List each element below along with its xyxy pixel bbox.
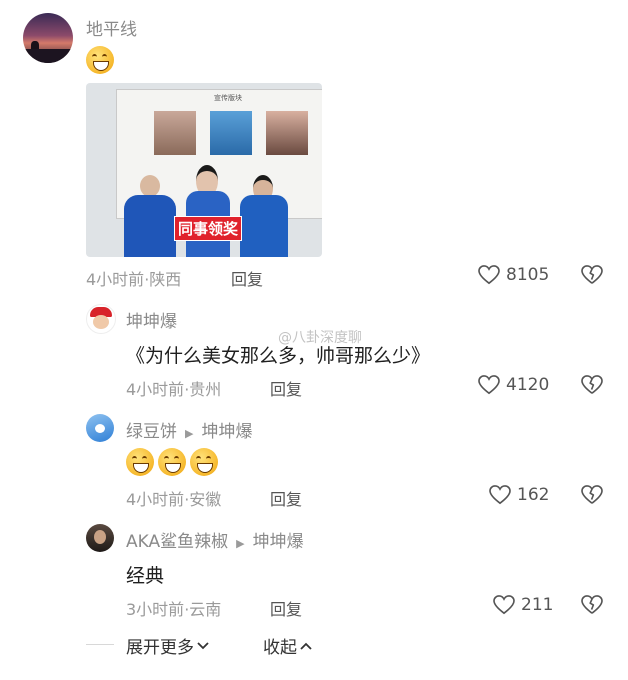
reply-text: 《为什么美女那么多，帅哥那么少》	[126, 345, 431, 367]
divider	[86, 644, 114, 645]
comment-time: 4小时前	[126, 380, 185, 399]
like-count: 162	[517, 485, 550, 505]
broken-heart-icon	[581, 485, 603, 504]
reply-arrow-icon: ▶	[185, 427, 194, 440]
avatar[interactable]	[86, 524, 114, 552]
comment-location: 安徽	[189, 490, 222, 509]
collapse-label: 收起	[263, 638, 297, 658]
heart-icon	[489, 485, 511, 505]
comment-meta: 4小时前·安徽	[126, 490, 222, 509]
broken-heart-icon	[581, 595, 603, 614]
grinning-emoji-icon	[126, 448, 154, 476]
image-overlay-text: 同事领奖	[174, 216, 243, 241]
dislike-button[interactable]	[581, 375, 603, 395]
like-button[interactable]: 211	[493, 595, 553, 615]
comment-meta: 3小时前·云南	[126, 600, 222, 619]
dislike-button[interactable]	[581, 595, 603, 615]
like-button[interactable]: 8105	[478, 265, 549, 285]
comment-location: 贵州	[189, 380, 222, 399]
avatar[interactable]	[23, 13, 73, 63]
like-count: 8105	[506, 265, 550, 285]
comment-author[interactable]: 地平线	[86, 15, 137, 40]
like-button[interactable]: 162	[489, 485, 549, 505]
reply-author-name[interactable]: AKA鲨鱼辣椒	[126, 532, 228, 552]
photo-thumbnail	[154, 111, 196, 155]
heart-icon	[478, 265, 500, 285]
comment-time: 4小时前	[86, 270, 145, 289]
avatar[interactable]	[86, 414, 114, 442]
reply-author: AKA鲨鱼辣椒 ▶ 坤坤爆	[126, 527, 304, 552]
comment-image[interactable]: 宣传版块 同事领奖	[86, 83, 322, 257]
reply-arrow-icon: ▶	[236, 537, 245, 550]
expand-more-label: 展开更多	[126, 638, 194, 658]
person-figure	[182, 165, 234, 257]
grinning-emoji-icon	[158, 448, 186, 476]
grinning-emoji-icon	[190, 448, 218, 476]
collapse-button[interactable]: 收起	[263, 633, 312, 658]
person-figure	[120, 175, 180, 257]
comment-time: 4小时前	[126, 490, 185, 509]
avatar[interactable]	[86, 304, 116, 334]
comment-location: 陕西	[149, 270, 182, 289]
reply-button[interactable]: 回复	[231, 266, 263, 290]
reply-button[interactable]: 回复	[270, 596, 302, 620]
dislike-button[interactable]	[581, 265, 603, 285]
dislike-button[interactable]	[581, 485, 603, 505]
reply-to-name[interactable]: 坤坤爆	[201, 422, 252, 442]
broken-heart-icon	[581, 265, 603, 284]
broken-heart-icon	[581, 375, 603, 394]
expand-more-button[interactable]: 展开更多	[126, 633, 209, 658]
comment-meta: 4小时前·贵州	[126, 380, 222, 399]
chevron-down-icon	[197, 641, 209, 649]
grinning-emoji-icon	[86, 46, 118, 78]
slide-title: 宣传版块	[214, 94, 242, 102]
reply-author-name[interactable]: 绿豆饼	[126, 422, 177, 442]
reply-button[interactable]: 回复	[270, 486, 302, 510]
like-count: 211	[521, 595, 554, 615]
reply-text: 经典	[126, 565, 165, 587]
person-figure	[236, 175, 292, 257]
reply-button[interactable]: 回复	[270, 376, 302, 400]
heart-icon	[478, 375, 500, 395]
emoji-row	[126, 448, 222, 480]
photo-thumbnail	[210, 111, 252, 155]
heart-icon	[493, 595, 515, 615]
photo-thumbnail	[266, 111, 308, 155]
comment-time: 3小时前	[126, 600, 185, 619]
reply-author: 绿豆饼 ▶ 坤坤爆	[126, 417, 252, 442]
comment-meta: 4小时前·陕西	[86, 270, 182, 289]
chevron-up-icon	[300, 642, 312, 650]
reply-to-name[interactable]: 坤坤爆	[253, 532, 304, 552]
reply-author[interactable]: 坤坤爆	[126, 307, 177, 332]
like-button[interactable]: 4120	[478, 375, 549, 395]
comment-location: 云南	[189, 600, 222, 619]
like-count: 4120	[506, 375, 550, 395]
